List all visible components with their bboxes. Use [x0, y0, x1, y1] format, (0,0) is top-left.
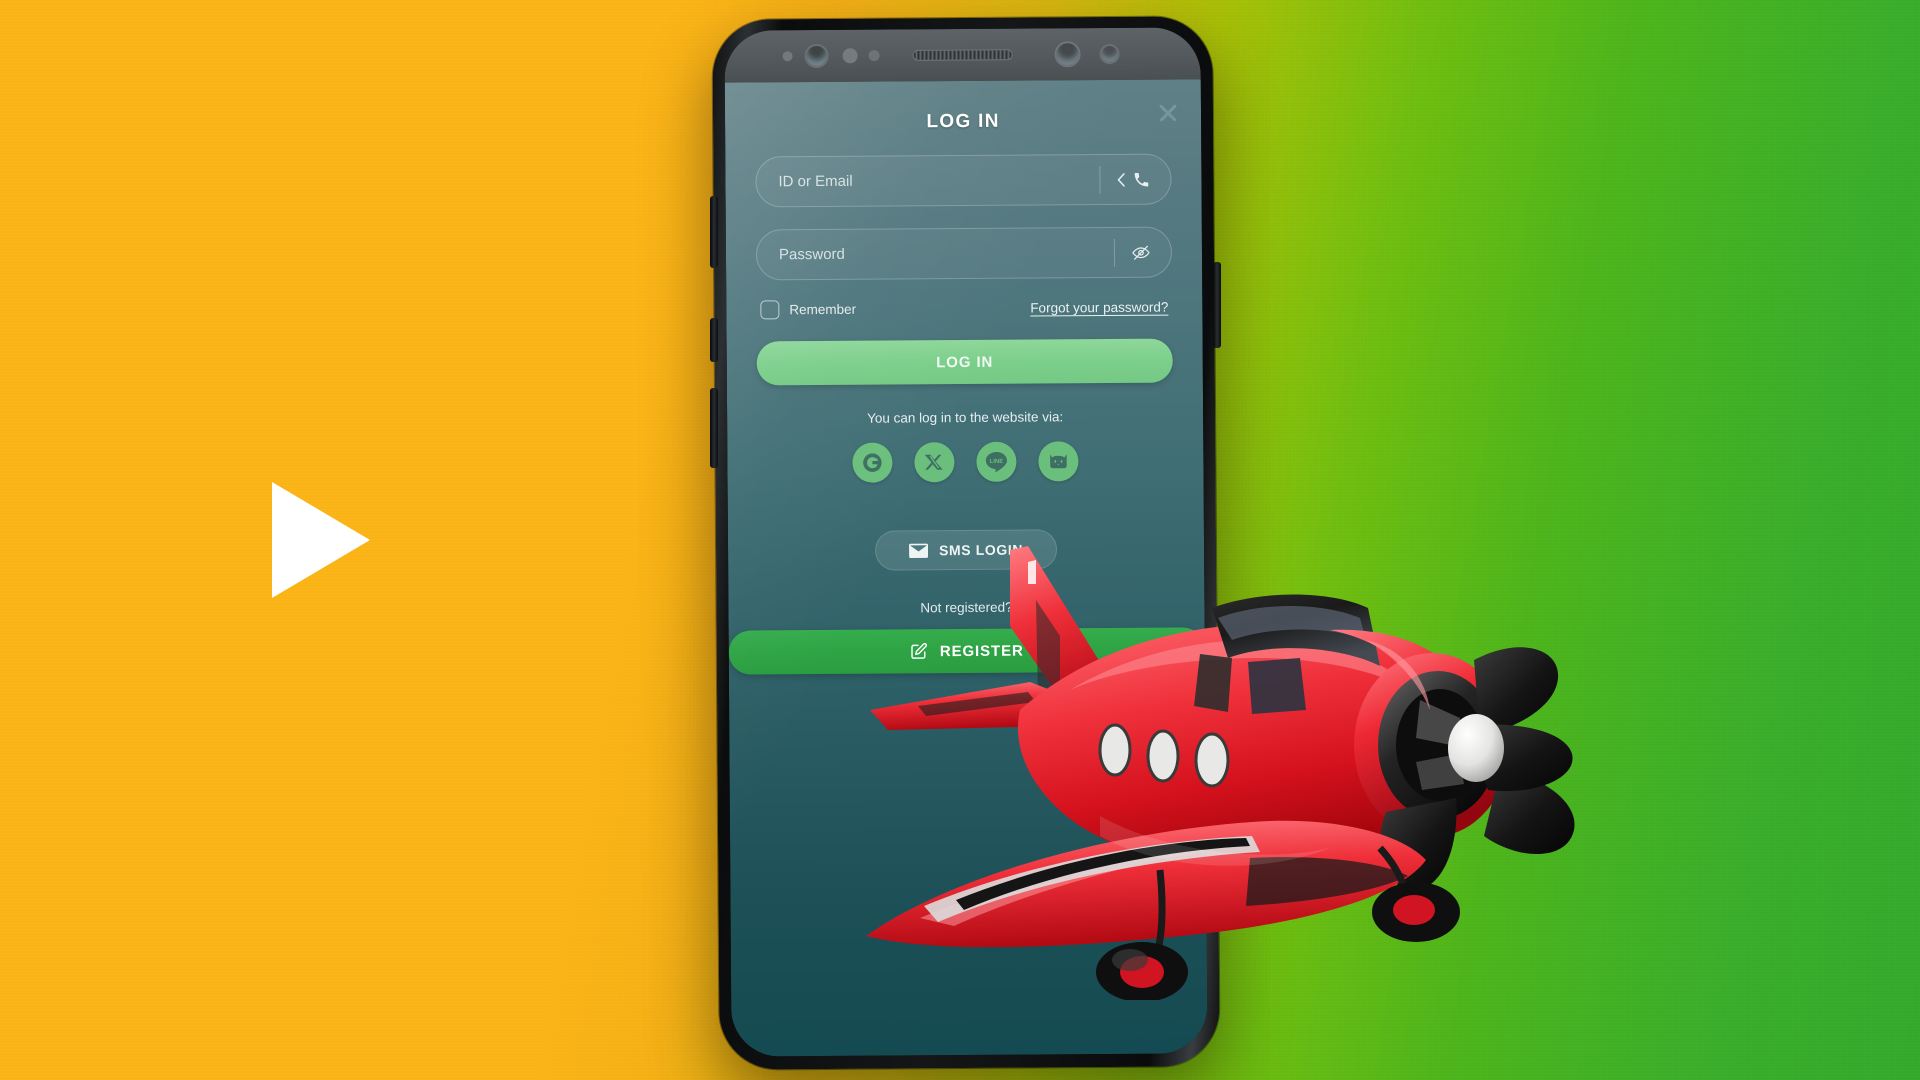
earpiece-speaker-icon — [912, 49, 1013, 61]
social-login-cat[interactable] — [1038, 441, 1079, 482]
google-g-icon — [863, 453, 882, 472]
password-input[interactable] — [756, 243, 1115, 264]
phone-top-bezel — [724, 27, 1201, 83]
led-indicator-icon — [1099, 43, 1120, 65]
login-button[interactable]: LOG IN — [756, 338, 1173, 386]
close-icon[interactable] — [1157, 102, 1179, 124]
remember-label: Remember — [789, 301, 857, 318]
password-field-adornment[interactable] — [1113, 238, 1172, 267]
red-toy-airplane — [866, 546, 1575, 1000]
remember-checkbox[interactable] — [760, 300, 780, 320]
front-camera-icon — [804, 43, 829, 69]
social-login-prompt: You can log in to the website via: — [866, 409, 1064, 426]
assistant-button[interactable] — [710, 388, 718, 468]
social-login-line[interactable]: LINE — [976, 441, 1017, 482]
eye-slash-icon[interactable] — [1131, 244, 1151, 260]
play-triangle-icon[interactable] — [272, 482, 370, 598]
secondary-camera-icon — [1054, 41, 1081, 68]
password-field[interactable] — [755, 226, 1173, 281]
light-sensor-icon — [868, 50, 880, 62]
id-or-email-input[interactable] — [756, 171, 1100, 191]
social-login-row: LINE — [757, 441, 1173, 484]
remember-checkbox-group[interactable]: Remember — [760, 300, 856, 320]
proximity-sensor-icon — [782, 51, 793, 62]
iris-scanner-icon — [842, 48, 858, 64]
id-or-email-field[interactable] — [755, 153, 1172, 208]
power-button[interactable] — [1213, 262, 1221, 348]
id-field-adornment[interactable] — [1099, 165, 1171, 194]
x-twitter-icon — [924, 454, 943, 470]
remember-forgot-row: Remember Forgot your password? — [756, 298, 1172, 320]
social-login-google[interactable] — [852, 442, 893, 483]
svg-text:LINE: LINE — [990, 459, 1003, 465]
page-title: LOG IN — [926, 110, 1000, 133]
chevron-left-icon[interactable] — [1116, 172, 1125, 187]
forgot-password-link[interactable]: Forgot your password? — [1030, 300, 1168, 316]
volume-up-button[interactable] — [710, 196, 718, 268]
social-login-x[interactable] — [914, 442, 955, 483]
phone-icon[interactable] — [1132, 170, 1150, 188]
line-icon: LINE — [985, 452, 1007, 472]
volume-down-button[interactable] — [710, 318, 718, 362]
cat-face-icon — [1050, 454, 1067, 469]
